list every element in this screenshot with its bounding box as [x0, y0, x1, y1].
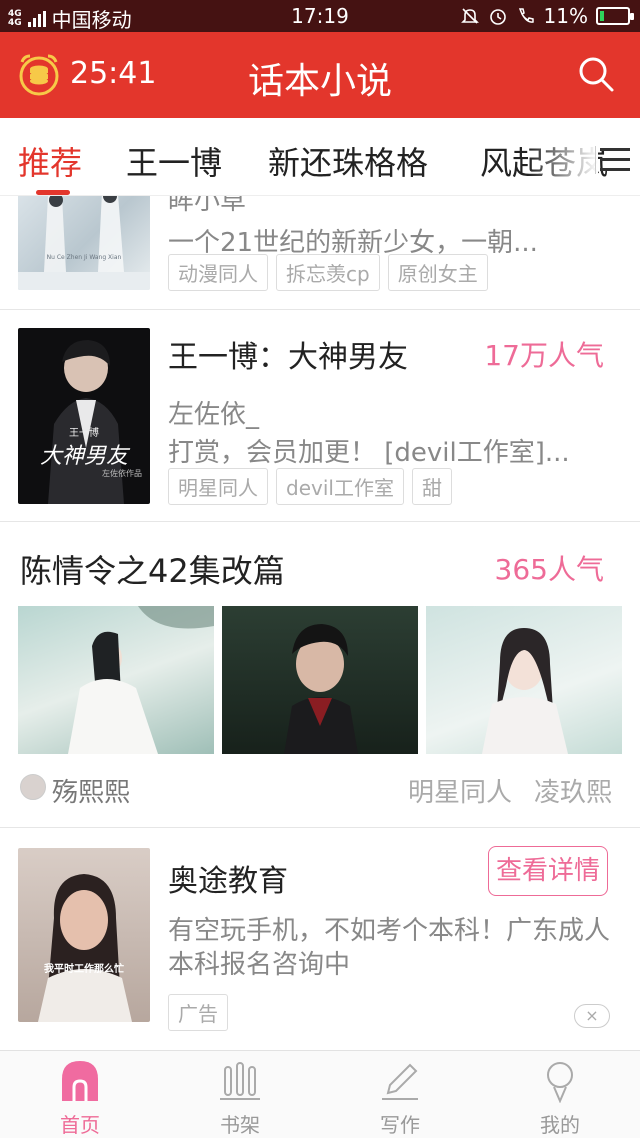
nav-home[interactable]: 首页: [0, 1059, 160, 1138]
app-header: 25:41 话本小说: [0, 32, 640, 118]
ad-image-caption: 我平时工作那么忙: [44, 964, 124, 975]
ad-description: 有空玩手机，不如考个本科！广东成人本科报名咨询中: [168, 916, 611, 980]
image-figure: [482, 628, 568, 754]
bookshelf-icon: [220, 1062, 260, 1100]
tabs-divider: [595, 146, 596, 174]
image-figure: [284, 624, 358, 754]
ad-card[interactable]: 我平时工作那么忙 奥途教育 查看详情 有空玩手机，不如考个本科！广东成人本科报名…: [0, 828, 640, 1050]
cover-title: 大神男友: [39, 444, 128, 469]
book-card[interactable]: Nu Ce Zhen Ji Wang Xian 眸小草 一个21世纪的新新少女，…: [0, 196, 640, 310]
battery-label: 11%: [543, 4, 588, 28]
bottom-navigation: 首页 书架 写作 我的: [0, 1050, 640, 1138]
topic-tag[interactable]: 明星同人: [408, 772, 512, 809]
book-description: 打赏，会员加更！ [devil工作室]...: [168, 438, 570, 468]
book-title: 王一博：大神男友: [168, 340, 408, 375]
tab-wang-yibo[interactable]: 王一博: [126, 138, 222, 184]
book-tag[interactable]: 原创女主: [387, 254, 488, 291]
nav-label: 我的: [540, 1113, 580, 1137]
home-icon: [62, 1061, 98, 1101]
battery-icon: [596, 7, 634, 25]
nav-label: 首页: [60, 1113, 100, 1137]
tabs-fade: [528, 128, 598, 186]
book-tags: 动漫同人 拆忘羡cp 原创女主: [168, 254, 488, 291]
feed: Nu Ce Zhen Ji Wang Xian 眸小草 一个21世纪的新新少女，…: [0, 196, 640, 1050]
alarm-icon: [489, 9, 506, 25]
ad-title: 奥途教育: [168, 864, 288, 899]
status-bar: 4G 4G 中国移动 17:19 11%: [0, 0, 640, 32]
nav-label: 写作: [380, 1113, 420, 1137]
topic-card[interactable]: 陈情令之42集改篇 365人气 殇熙熙 明星同人 凌玖熙: [0, 522, 640, 828]
book-tag[interactable]: 甜: [411, 468, 452, 505]
app-title: 话本小说: [247, 61, 392, 102]
book-tag[interactable]: 动漫同人: [168, 254, 268, 291]
book-tags: 明星同人 devil工作室 甜: [168, 468, 452, 505]
book-popularity: 17万人气: [484, 339, 604, 372]
book-tag[interactable]: 明星同人: [168, 468, 268, 505]
cover-caption: Nu Ce Zhen Ji Wang Xian: [46, 254, 122, 261]
status-right: 11%: [460, 4, 634, 28]
topic-image[interactable]: [426, 606, 622, 754]
active-tab-indicator: [36, 190, 70, 195]
ad-badge: 广告: [168, 994, 228, 1031]
pencil-icon: [382, 1063, 418, 1100]
book-cover: Nu Ce Zhen Ji Wang Xian: [18, 196, 150, 290]
profile-icon: [547, 1062, 573, 1103]
ad-image: 我平时工作那么忙: [18, 848, 150, 1022]
mute-icon: [460, 8, 479, 24]
view-details-button[interactable]: 查看详情: [488, 846, 608, 896]
topic-image[interactable]: [18, 606, 214, 754]
book-card[interactable]: 王一博 大神男友 左佐依作品 王一博：大神男友 17万人气 左佐依_ 打赏，会员…: [0, 310, 640, 522]
book-cover: 王一博 大神男友 左佐依作品: [18, 328, 150, 504]
cover-figures: [18, 196, 150, 290]
nav-write[interactable]: 写作: [320, 1059, 480, 1138]
book-tag[interactable]: devil工作室: [276, 468, 404, 505]
cover-subtitle: 王一博: [69, 428, 99, 439]
book-author: 眸小草: [168, 196, 247, 216]
tab-recommend[interactable]: 推荐: [18, 138, 82, 184]
wifi-call-icon: [518, 8, 534, 23]
topic-popularity: 365人气: [494, 553, 604, 586]
book-author: 左佐依_: [168, 400, 260, 430]
topic-tags: 明星同人 凌玖熙: [408, 772, 612, 809]
more-tabs-icon[interactable]: [600, 148, 630, 172]
image-figure: [68, 606, 214, 754]
author-avatar[interactable]: [20, 774, 46, 800]
book-tag[interactable]: 拆忘羡cp: [276, 254, 380, 291]
topic-author[interactable]: 殇熙熙: [52, 772, 130, 809]
nav-bookshelf[interactable]: 书架: [160, 1059, 320, 1138]
close-ad-button[interactable]: ×: [574, 1004, 610, 1028]
tab-new-huanzhu[interactable]: 新还珠格格: [268, 138, 428, 184]
topic-tag[interactable]: 凌玖熙: [534, 772, 612, 809]
category-tabs: 推荐 王一博 新还珠格格 风起苍岚: [0, 118, 640, 196]
ad-image-figure: [38, 874, 132, 1022]
topic-title: 陈情令之42集改篇: [20, 552, 285, 590]
nav-label: 书架: [220, 1113, 260, 1137]
topic-image[interactable]: [222, 606, 418, 754]
search-icon[interactable]: [576, 54, 616, 94]
cover-author: 左佐依作品: [102, 469, 142, 478]
nav-profile[interactable]: 我的: [480, 1059, 640, 1138]
